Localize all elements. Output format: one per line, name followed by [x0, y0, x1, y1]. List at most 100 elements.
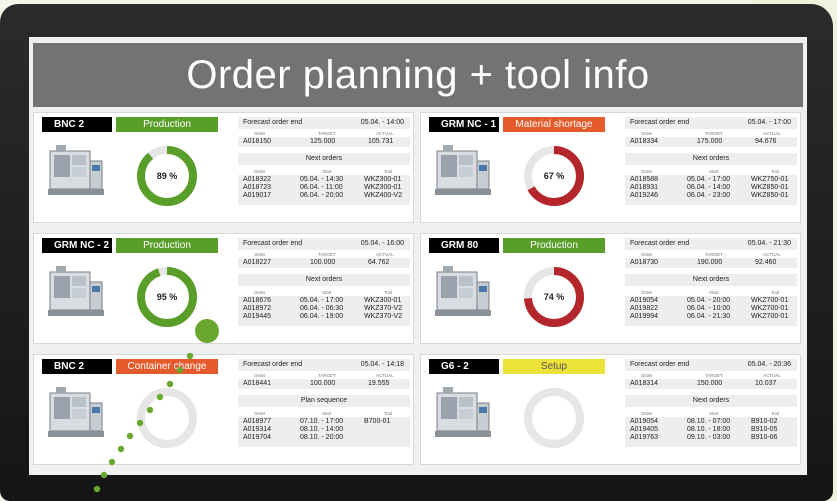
actual-header: ACTUAL: [763, 373, 781, 378]
machine-card[interactable]: G6 - 2 Setup Forecast order end 05.04. -…: [420, 354, 801, 465]
target-header: TARGET: [318, 252, 336, 257]
next-order-numbers: A018977 A019314 A019704: [243, 418, 272, 441]
next-tool-header: Tool: [771, 169, 780, 174]
machine-name: G6 - 2: [429, 359, 499, 374]
forecast-label: Forecast order end: [630, 119, 690, 126]
progress-gauge: 89 %: [137, 146, 197, 206]
next-start-header: Start: [709, 411, 719, 416]
next-order-tools: WKZ700-01 WKZ700-01 WKZ700-01: [751, 297, 789, 320]
machine-name: GRM NC - 1: [429, 117, 499, 132]
forecast-label: Forecast order end: [630, 240, 690, 247]
order-header: Order: [641, 373, 653, 378]
actual-header: ACTUAL: [763, 131, 781, 136]
forecast-label: Forecast order end: [630, 361, 690, 368]
forecast-value: 05.04. - 20:36: [747, 361, 791, 368]
actual-value: 19.555: [368, 380, 390, 387]
forecast-label: Forecast order end: [243, 361, 303, 368]
section-title-row: Next orders: [625, 153, 797, 165]
order-header: Order: [641, 131, 653, 136]
machine-card[interactable]: GRM NC - 2 Production 95 % Forecast orde…: [33, 233, 414, 344]
next-order-numbers: A019054 A019822 A019994: [630, 297, 659, 320]
actual-header: ACTUAL: [376, 373, 394, 378]
section-title-row: Next orders: [625, 274, 797, 286]
next-order-tools: B910-02 B910-05 B910-06: [751, 418, 778, 441]
machine-card[interactable]: GRM 80 Production 74 % Forecast order en…: [420, 233, 801, 344]
order-number: A018150: [243, 138, 272, 145]
forecast-label: Forecast order end: [243, 240, 303, 247]
next-start-header: Start: [322, 169, 332, 174]
next-tool-header: Tool: [384, 290, 393, 295]
gauge-label: 89 %: [157, 171, 178, 181]
next-order-starts: 05.04. - 14:30 06.04. - 11:00 06.04. - 2…: [300, 176, 344, 199]
order-number: A018227: [243, 259, 272, 266]
order-number: A018441: [243, 380, 272, 387]
forecast-row: Forecast order end 05.04. - 14:18: [238, 359, 410, 371]
next-order-starts: 05.04. - 20:00 06.04. - 10:00 06.04. - 2…: [687, 297, 731, 320]
next-tool-header: Tool: [384, 169, 393, 174]
current-order-row: A018227 100.000 64.762: [238, 258, 410, 268]
gauge-label: 74 %: [544, 292, 565, 302]
target-value: 100.000: [310, 380, 336, 387]
order-info: Forecast order end 05.04. - 16:00 Order …: [238, 238, 410, 342]
target-header: TARGET: [318, 373, 336, 378]
machine-name: BNC 2: [42, 117, 112, 132]
gauge-label: 95 %: [157, 292, 178, 302]
next-order-header: Order: [254, 169, 266, 174]
next-order-tools: B700-01: [364, 418, 391, 425]
section-title-row: Next orders: [238, 274, 410, 286]
dashboard-screen: Order planning + tool info BNC 2 Product…: [29, 37, 807, 475]
next-order-header: Order: [254, 411, 266, 416]
actual-header: ACTUAL: [763, 252, 781, 257]
section-title: Next orders: [692, 155, 730, 162]
target-value: 150.000: [697, 380, 723, 387]
next-order-numbers: A018322 A018723 A019017: [243, 176, 272, 199]
status-badge: Container change: [116, 359, 218, 374]
next-start-header: Start: [709, 169, 719, 174]
order-info: Forecast order end 05.04. - 14:00 Order …: [238, 117, 410, 221]
actual-value: 92.460: [755, 259, 777, 266]
actual-header: ACTUAL: [376, 131, 394, 136]
next-order-starts: 08.10. - 07:00 08.10. - 18:00 09.10. - 0…: [687, 418, 731, 441]
machine-card[interactable]: BNC 2 Production 89 % Forecast order end…: [33, 112, 414, 223]
order-header: Order: [254, 373, 266, 378]
page-title: Order planning + tool info: [33, 43, 803, 107]
target-header: TARGET: [705, 252, 723, 257]
next-start-header: Start: [709, 290, 719, 295]
section-title: Plan sequence: [300, 397, 348, 404]
current-order-row: A018314 150.000 10.037: [625, 379, 797, 389]
next-order-header: Order: [641, 411, 653, 416]
forecast-row: Forecast order end 05.04. - 14:00: [238, 117, 410, 129]
machine-image: [433, 383, 493, 441]
next-order-tools: WKZ300-01 WKZ370-V2 WKZ370-V2: [364, 297, 403, 320]
next-tool-header: Tool: [384, 411, 393, 416]
next-order-tools: WKZ750-01 WKZ850-01 WKZ850-01: [751, 176, 789, 199]
progress-gauge: 95 %: [137, 267, 197, 327]
next-order-tools: WKZ300-01 WKZ300-01 WKZ400-V2: [364, 176, 403, 199]
progress-gauge: [524, 388, 584, 448]
forecast-value: 05.04. - 16:00: [360, 240, 404, 247]
actual-header: ACTUAL: [376, 252, 394, 257]
machine-card[interactable]: BNC 2 Container change Forecast order en…: [33, 354, 414, 465]
next-order-header: Order: [641, 290, 653, 295]
section-title: Next orders: [692, 397, 730, 404]
actual-value: 10.037: [755, 380, 777, 387]
target-value: 190.000: [697, 259, 723, 266]
next-start-header: Start: [322, 290, 332, 295]
order-info: Forecast order end 05.04. - 20:36 Order …: [625, 359, 797, 463]
actual-value: 94.676: [755, 138, 777, 145]
section-title: Next orders: [305, 276, 343, 283]
machine-card[interactable]: GRM NC - 1 Material shortage 67 % Foreca…: [420, 112, 801, 223]
order-header: Order: [254, 131, 266, 136]
forecast-row: Forecast order end 05.04. - 20:36: [625, 359, 797, 371]
section-title: Next orders: [305, 155, 343, 162]
next-start-header: Start: [322, 411, 332, 416]
monitor-frame: Order planning + tool info BNC 2 Product…: [0, 4, 833, 501]
machine-name: BNC 2: [42, 359, 112, 374]
next-order-starts: 07.10. - 17:00 08.10. - 14:00 08.10. - 2…: [300, 418, 344, 441]
machine-image: [46, 141, 106, 199]
order-info: Forecast order end 05.04. - 17:00 Order …: [625, 117, 797, 221]
order-number: A018730: [630, 259, 659, 266]
machine-name: GRM NC - 2: [42, 238, 112, 253]
forecast-value: 05.04. - 21:30: [747, 240, 791, 247]
target-header: TARGET: [318, 131, 336, 136]
